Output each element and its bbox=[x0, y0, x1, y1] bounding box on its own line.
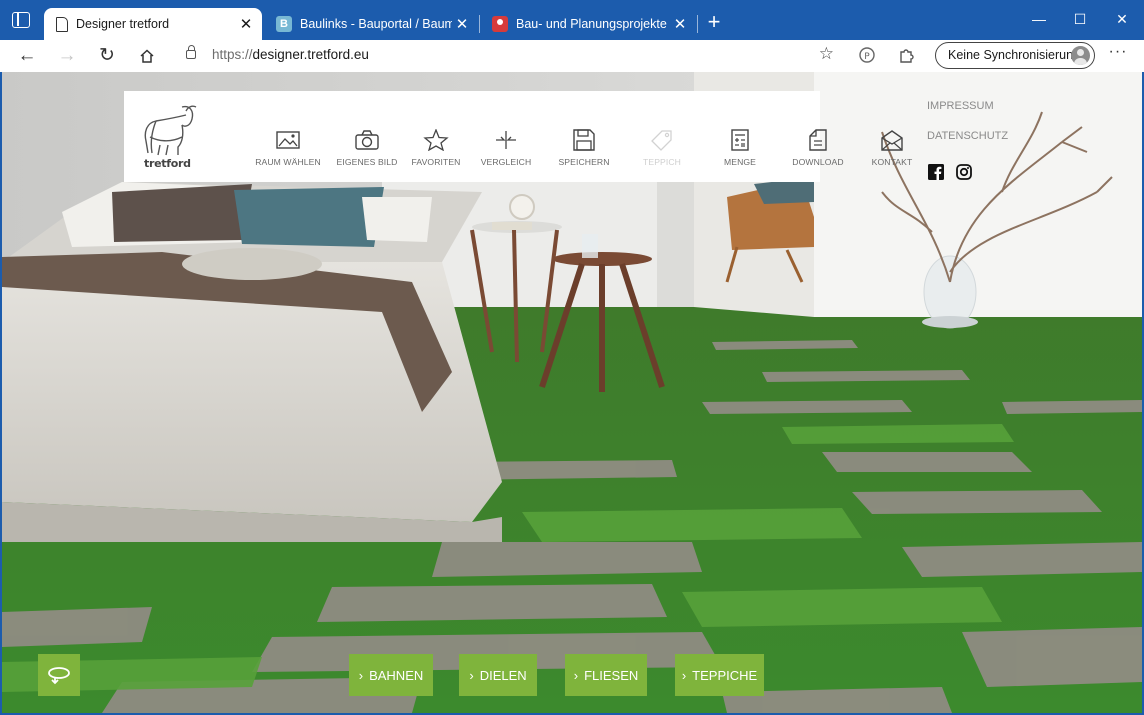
nav-label: EIGENES BILD bbox=[336, 157, 398, 167]
bahnen-button[interactable]: › BAHNEN bbox=[349, 654, 433, 696]
nav-speichern[interactable]: SPEICHERN bbox=[544, 129, 624, 167]
button-label: TEPPICHE bbox=[692, 667, 758, 683]
tag-icon bbox=[651, 130, 672, 151]
back-icon[interactable]: ← bbox=[14, 43, 40, 69]
dielen-button[interactable]: › DIELEN bbox=[459, 654, 537, 696]
window-close-icon[interactable]: ✕ bbox=[1107, 8, 1137, 30]
home-icon[interactable] bbox=[134, 43, 160, 69]
sync-label: Keine Synchronisierung bbox=[948, 48, 1081, 62]
nav-label: SPEICHERN bbox=[558, 157, 610, 167]
impressum-link[interactable]: IMPRESSUM bbox=[927, 100, 994, 112]
nav-label: KONTAKT bbox=[871, 157, 913, 167]
nav-eigenes-bild[interactable]: EIGENES BILD bbox=[327, 129, 407, 167]
lock-icon[interactable] bbox=[186, 45, 196, 59]
more-icon[interactable]: ··· bbox=[1106, 43, 1130, 67]
maximize-icon[interactable]: ☐ bbox=[1065, 8, 1095, 30]
new-tab-icon[interactable]: + bbox=[704, 10, 724, 34]
close-tab-icon[interactable]: ✕ bbox=[452, 15, 472, 33]
floppy-disk-icon bbox=[573, 129, 595, 151]
tretford-logo[interactable]: tretford bbox=[138, 101, 200, 173]
b-icon: B bbox=[276, 16, 292, 32]
nav-download[interactable]: DOWNLOAD bbox=[778, 129, 858, 167]
page-viewport: tretford RAUM WÄHLEN EIGENES BILD FAVORI… bbox=[2, 72, 1142, 713]
close-tab-icon[interactable]: ✕ bbox=[670, 15, 690, 33]
browser-toolbar: ← → ↻ https://designer.tretford.eu ☆ P K… bbox=[0, 40, 1144, 72]
tab-title: Designer tretford bbox=[76, 17, 170, 31]
tab-bau-planungsprojekte[interactable]: Bau- und Planungsprojekte auf Bau ✕ bbox=[480, 8, 696, 40]
nav-label: TEPPICH bbox=[643, 157, 681, 167]
nav-menge[interactable]: MENGE bbox=[700, 129, 780, 167]
extensions-puzzle-icon[interactable] bbox=[897, 46, 917, 66]
tab-baulinks[interactable]: B Baulinks - Bauportal / Baumagazin ✕ bbox=[264, 8, 478, 40]
tab-title: Bau- und Planungsprojekte auf Bau bbox=[516, 17, 670, 31]
facebook-icon[interactable] bbox=[928, 164, 944, 180]
nav-label: DOWNLOAD bbox=[792, 157, 844, 167]
svg-text:P: P bbox=[864, 52, 870, 62]
button-label: FLIESEN bbox=[584, 667, 639, 683]
chevron-right-icon: › bbox=[573, 667, 579, 683]
nav-raum-waehlen[interactable]: RAUM WÄHLEN bbox=[248, 129, 328, 167]
rotate-icon bbox=[48, 667, 70, 685]
teppiche-button[interactable]: › TEPPICHE bbox=[675, 654, 764, 696]
nav-label: MENGE bbox=[723, 157, 756, 167]
chevron-right-icon: › bbox=[469, 667, 474, 683]
avatar bbox=[1071, 46, 1090, 65]
nav-vergleich[interactable]: VERGLEICH bbox=[466, 129, 546, 167]
map-pin-icon bbox=[492, 16, 508, 32]
tab-title: Baulinks - Bauportal / Baumagazin bbox=[300, 17, 452, 31]
extension-p-icon[interactable]: P bbox=[857, 46, 877, 66]
tab-designer-tretford[interactable]: Designer tretford ✕ bbox=[44, 8, 262, 40]
instagram-icon[interactable] bbox=[956, 164, 972, 180]
room-image-icon bbox=[276, 131, 300, 149]
address-bar[interactable]: https://designer.tretford.eu ☆ bbox=[172, 41, 840, 70]
browser-titlebar: Designer tretford ✕ B Baulinks - Bauport… bbox=[0, 0, 1144, 40]
tab-separator bbox=[697, 15, 698, 33]
star-icon bbox=[423, 129, 449, 151]
document-icon bbox=[809, 129, 827, 151]
compare-icon bbox=[496, 131, 516, 149]
minimize-icon[interactable]: — bbox=[1024, 8, 1054, 30]
page-icon bbox=[56, 16, 68, 32]
logo-text: tretford bbox=[144, 157, 191, 170]
nav-label: FAVORITEN bbox=[411, 157, 461, 167]
nav-kontakt[interactable]: KONTAKT bbox=[852, 129, 932, 167]
datenschutz-link[interactable]: DATENSCHUTZ bbox=[927, 130, 1008, 142]
camera-icon bbox=[355, 130, 379, 150]
button-label: DIELEN bbox=[479, 667, 527, 683]
rotate-view-button[interactable] bbox=[38, 654, 80, 696]
reload-icon[interactable]: ↻ bbox=[94, 43, 120, 69]
nav-teppich[interactable]: TEPPICH bbox=[622, 129, 702, 167]
site-header: tretford RAUM WÄHLEN EIGENES BILD FAVORI… bbox=[124, 91, 912, 182]
nav-favoriten[interactable]: FAVORITEN bbox=[396, 129, 476, 167]
chevron-right-icon: › bbox=[358, 667, 364, 683]
calculator-icon bbox=[731, 129, 749, 151]
close-tab-icon[interactable]: ✕ bbox=[236, 15, 256, 33]
forward-icon[interactable]: → bbox=[54, 43, 80, 69]
nav-label: VERGLEICH bbox=[480, 157, 532, 167]
tab-actions-icon[interactable] bbox=[12, 12, 30, 28]
envelope-icon bbox=[881, 130, 903, 151]
url-text[interactable]: https://designer.tretford.eu bbox=[212, 47, 369, 62]
fliesen-button[interactable]: › FLIESEN bbox=[565, 654, 647, 696]
nav-label: RAUM WÄHLEN bbox=[255, 157, 321, 167]
add-favorite-icon[interactable]: ☆ bbox=[819, 44, 834, 64]
button-label: BAHNEN bbox=[369, 667, 424, 683]
sync-profile-button[interactable]: Keine Synchronisierung bbox=[935, 42, 1095, 69]
chevron-right-icon: › bbox=[681, 667, 687, 683]
